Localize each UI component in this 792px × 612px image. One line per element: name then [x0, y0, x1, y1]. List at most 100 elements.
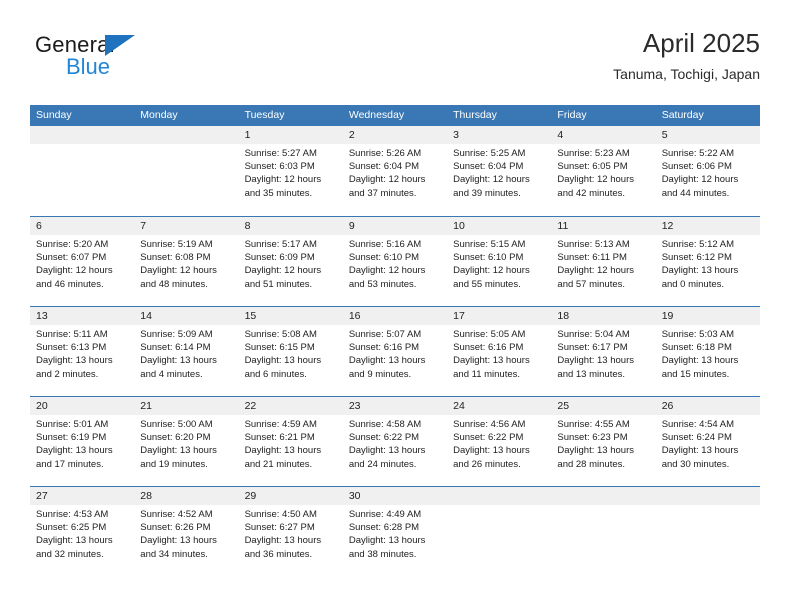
day-details: Sunrise: 5:25 AM Sunset: 6:04 PM Dayligh… — [447, 144, 551, 200]
sunset-text: Sunset: 6:27 PM — [244, 522, 315, 534]
brand-logo[interactable]: General Blue — [35, 32, 215, 84]
day-details — [447, 505, 551, 508]
day-cell[interactable]: 10 Sunrise: 5:15 AM Sunset: 6:10 PM Dayl… — [447, 217, 552, 306]
sunrise-text: Sunrise: 5:09 AM — [140, 329, 213, 340]
day-details: Sunrise: 5:20 AM Sunset: 6:07 PM Dayligh… — [30, 235, 134, 291]
day-number: 24 — [447, 397, 552, 415]
sunrise-text: Sunrise: 5:11 AM — [36, 329, 108, 340]
day-cell[interactable]: 7 Sunrise: 5:19 AM Sunset: 6:08 PM Dayli… — [134, 217, 239, 306]
day-cell[interactable]: 20 Sunrise: 5:01 AM Sunset: 6:19 PM Dayl… — [30, 397, 135, 486]
day-number: 10 — [447, 217, 552, 235]
sunset-text: Sunset: 6:10 PM — [348, 252, 420, 264]
daylight-text: Daylight: 13 hours and 24 minutes. — [348, 445, 426, 470]
day-cell[interactable]: 24 Sunrise: 4:56 AM Sunset: 6:22 PM Dayl… — [447, 397, 552, 486]
daylight-text: Daylight: 12 hours and 53 minutes. — [348, 265, 426, 290]
daylight-text: Daylight: 12 hours and 44 minutes. — [661, 174, 739, 199]
day-cell[interactable]: 15 Sunrise: 5:08 AM Sunset: 6:15 PM Dayl… — [238, 307, 343, 396]
sunrise-text: Sunrise: 4:59 AM — [244, 419, 317, 430]
sunset-text: Sunset: 6:03 PM — [244, 161, 315, 173]
day-cell[interactable] — [655, 487, 760, 576]
day-cell[interactable]: 19 Sunrise: 5:03 AM Sunset: 6:18 PM Dayl… — [655, 307, 760, 396]
day-cell[interactable]: 22 Sunrise: 4:59 AM Sunset: 6:21 PM Dayl… — [238, 397, 343, 486]
day-cell[interactable]: 14 Sunrise: 5:09 AM Sunset: 6:14 PM Dayl… — [134, 307, 239, 396]
daylight-text: Daylight: 13 hours and 32 minutes. — [36, 535, 113, 560]
daylight-text: Daylight: 13 hours and 0 minutes. — [661, 265, 739, 290]
day-cell[interactable] — [447, 487, 552, 576]
day-details: Sunrise: 5:16 AM Sunset: 6:10 PM Dayligh… — [343, 235, 447, 291]
day-details: Sunrise: 4:58 AM Sunset: 6:22 PM Dayligh… — [343, 415, 447, 471]
daylight-text: Daylight: 12 hours and 35 minutes. — [244, 174, 322, 199]
day-number: 30 — [342, 487, 448, 505]
daylight-text: Daylight: 13 hours and 34 minutes. — [140, 535, 217, 560]
sunrise-text: Sunrise: 5:01 AM — [36, 419, 109, 430]
sunrise-text: Sunrise: 4:52 AM — [140, 509, 213, 520]
day-cell[interactable]: 17 Sunrise: 5:05 AM Sunset: 6:16 PM Dayl… — [447, 307, 552, 396]
day-number: 25 — [551, 397, 656, 415]
sunset-text: Sunset: 6:05 PM — [557, 161, 628, 173]
day-cell[interactable] — [551, 487, 656, 576]
weekday-header-wednesday: Wednesday — [348, 109, 405, 121]
day-number — [134, 126, 239, 144]
day-cell[interactable]: 2 Sunrise: 5:26 AM Sunset: 6:04 PM Dayli… — [342, 126, 448, 216]
day-cell[interactable]: 26 Sunrise: 4:54 AM Sunset: 6:24 PM Dayl… — [655, 397, 760, 486]
day-number — [30, 126, 135, 144]
day-number: 28 — [134, 487, 239, 505]
sunrise-text: Sunrise: 4:49 AM — [348, 509, 422, 520]
sunrise-text: Sunrise: 4:55 AM — [557, 419, 630, 430]
daylight-text: Daylight: 13 hours and 19 minutes. — [140, 445, 217, 470]
day-details: Sunrise: 5:23 AM Sunset: 6:05 PM Dayligh… — [551, 144, 655, 200]
title-block: April 2025 Tanuma, Tochigi, Japan — [613, 26, 760, 84]
weekday-header-friday: Friday — [557, 109, 587, 121]
sunset-text: Sunset: 6:13 PM — [36, 342, 107, 354]
sunset-text: Sunset: 6:18 PM — [661, 342, 732, 354]
day-cell[interactable]: 18 Sunrise: 5:04 AM Sunset: 6:17 PM Dayl… — [551, 307, 656, 396]
day-cell[interactable]: 21 Sunrise: 5:00 AM Sunset: 6:20 PM Dayl… — [134, 397, 239, 486]
day-cell[interactable]: 11 Sunrise: 5:13 AM Sunset: 6:11 PM Dayl… — [551, 217, 656, 306]
sunset-text: Sunset: 6:12 PM — [661, 252, 732, 264]
day-details — [30, 144, 134, 147]
day-number: 8 — [238, 217, 343, 235]
day-cell[interactable]: 1 Sunrise: 5:27 AM Sunset: 6:03 PM Dayli… — [238, 126, 343, 216]
sunrise-text: Sunrise: 4:50 AM — [244, 509, 317, 520]
day-cell[interactable]: 27 Sunrise: 4:53 AM Sunset: 6:25 PM Dayl… — [30, 487, 135, 576]
day-cell[interactable]: 9 Sunrise: 5:16 AM Sunset: 6:10 PM Dayli… — [342, 217, 448, 306]
day-cell[interactable] — [134, 126, 239, 216]
sunset-text: Sunset: 6:28 PM — [348, 522, 420, 534]
day-cell[interactable]: 12 Sunrise: 5:12 AM Sunset: 6:12 PM Dayl… — [655, 217, 760, 306]
day-cell[interactable] — [30, 126, 135, 216]
day-details: Sunrise: 5:03 AM Sunset: 6:18 PM Dayligh… — [656, 325, 760, 381]
triangle-logo-icon — [105, 35, 135, 56]
day-cell[interactable]: 28 Sunrise: 4:52 AM Sunset: 6:26 PM Dayl… — [134, 487, 239, 576]
sunrise-text: Sunrise: 5:05 AM — [453, 329, 526, 340]
day-details: Sunrise: 5:00 AM Sunset: 6:20 PM Dayligh… — [134, 415, 238, 471]
day-cell[interactable]: 4 Sunrise: 5:23 AM Sunset: 6:05 PM Dayli… — [551, 126, 656, 216]
day-number: 12 — [655, 217, 760, 235]
day-cell[interactable]: 23 Sunrise: 4:58 AM Sunset: 6:22 PM Dayl… — [342, 397, 448, 486]
weekday-header-tuesday: Tuesday — [244, 109, 285, 121]
day-cell[interactable]: 30 Sunrise: 4:49 AM Sunset: 6:28 PM Dayl… — [342, 487, 448, 576]
day-cell[interactable]: 13 Sunrise: 5:11 AM Sunset: 6:13 PM Dayl… — [30, 307, 135, 396]
day-details: Sunrise: 4:59 AM Sunset: 6:21 PM Dayligh… — [239, 415, 343, 471]
daylight-text: Daylight: 12 hours and 48 minutes. — [140, 265, 217, 290]
day-number — [447, 487, 552, 505]
sunset-text: Sunset: 6:10 PM — [453, 252, 524, 264]
day-cell[interactable]: 6 Sunrise: 5:20 AM Sunset: 6:07 PM Dayli… — [30, 217, 135, 306]
weekday-header-row: Sunday Monday Tuesday Wednesday Thursday… — [30, 105, 760, 126]
daylight-text: Daylight: 12 hours and 42 minutes. — [557, 174, 634, 199]
daylight-text: Daylight: 13 hours and 21 minutes. — [244, 445, 322, 470]
sunset-text: Sunset: 6:19 PM — [36, 432, 107, 444]
day-number: 15 — [238, 307, 343, 325]
day-cell[interactable]: 5 Sunrise: 5:22 AM Sunset: 6:06 PM Dayli… — [655, 126, 760, 216]
day-details: Sunrise: 5:12 AM Sunset: 6:12 PM Dayligh… — [656, 235, 760, 291]
day-cell[interactable]: 3 Sunrise: 5:25 AM Sunset: 6:04 PM Dayli… — [447, 126, 552, 216]
day-cell[interactable]: 8 Sunrise: 5:17 AM Sunset: 6:09 PM Dayli… — [238, 217, 343, 306]
day-cell[interactable]: 16 Sunrise: 5:07 AM Sunset: 6:16 PM Dayl… — [342, 307, 448, 396]
day-details: Sunrise: 4:54 AM Sunset: 6:24 PM Dayligh… — [656, 415, 760, 471]
sunrise-text: Sunrise: 5:20 AM — [36, 239, 109, 250]
day-number: 23 — [342, 397, 448, 415]
day-cell[interactable]: 25 Sunrise: 4:55 AM Sunset: 6:23 PM Dayl… — [551, 397, 656, 486]
sunrise-text: Sunrise: 5:03 AM — [661, 329, 735, 340]
sunset-text: Sunset: 6:06 PM — [661, 161, 732, 173]
sunset-text: Sunset: 6:15 PM — [244, 342, 315, 354]
day-cell[interactable]: 29 Sunrise: 4:50 AM Sunset: 6:27 PM Dayl… — [238, 487, 343, 576]
